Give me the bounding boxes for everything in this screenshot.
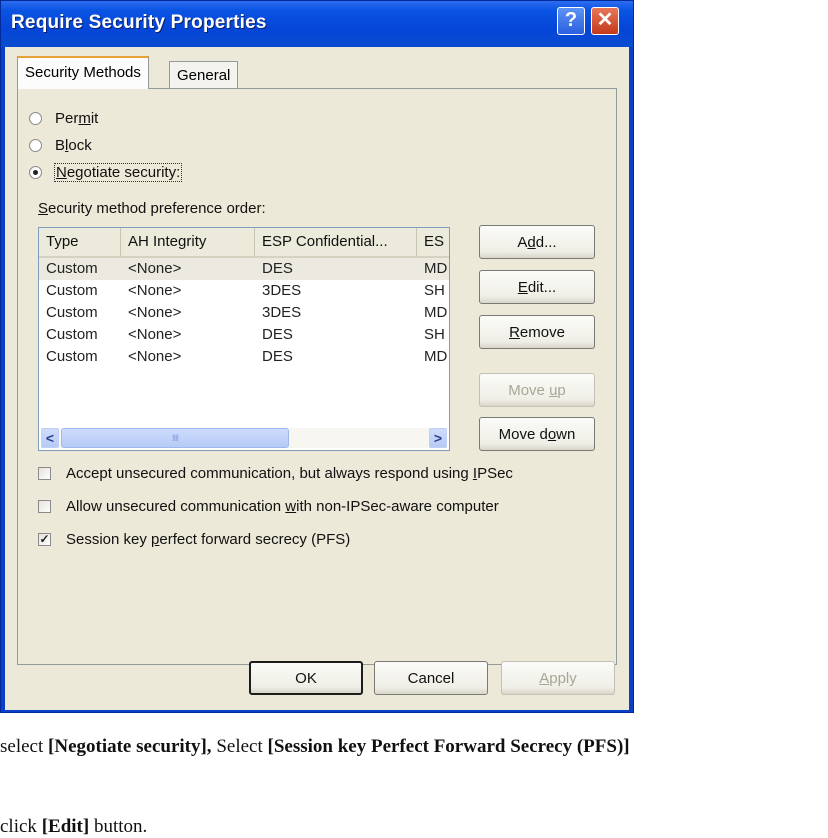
column-header-type[interactable]: Type (39, 228, 121, 256)
close-icon: ✕ (596, 9, 614, 31)
tab-general[interactable]: General (169, 61, 239, 89)
checkbox-accept-unsecured[interactable]: Accept unsecured communication, but alwa… (38, 465, 513, 482)
list-cell: Custom (46, 282, 98, 299)
list-cell: DES (262, 348, 293, 365)
ok-button[interactable]: OK (249, 661, 363, 695)
list-row[interactable]: Custom <None> DES MD (39, 346, 449, 368)
remove-button[interactable]: Remove (479, 315, 595, 349)
help-button[interactable]: ? (557, 7, 585, 35)
cancel-button[interactable]: Cancel (374, 661, 488, 695)
radio-button[interactable] (29, 112, 42, 125)
radio-block-label: Block (55, 137, 92, 154)
caption-segment: [Session key Perfect Forward Secrecy (PF… (267, 736, 630, 757)
list-cell: DES (262, 326, 293, 343)
list-cell: DES (262, 260, 293, 277)
checkmark-icon: ✓ (39, 532, 50, 546)
horizontal-scrollbar[interactable]: < IIII > (41, 428, 447, 448)
list-cell: MD (424, 304, 448, 321)
caption-segment: select (0, 736, 49, 757)
list-row[interactable]: Custom <None> DES MD (39, 258, 449, 280)
edit-button[interactable]: Edit... (479, 270, 595, 304)
checkbox[interactable] (38, 500, 51, 513)
list-cell: <None> (128, 282, 182, 299)
checkbox-accept-label: Accept unsecured communication, but alwa… (66, 465, 513, 482)
dialog-window: Require Security Properties ? ✕ Security… (0, 0, 634, 713)
list-header: Type AH Integrity ESP Confidential... ES (39, 228, 449, 258)
list-cell: <None> (128, 304, 182, 321)
list-cell: Custom (46, 304, 98, 321)
security-methods-list[interactable]: Type AH Integrity ESP Confidential... ES… (38, 227, 450, 451)
list-row[interactable]: Custom <None> 3DES SH (39, 280, 449, 302)
list-cell: <None> (128, 260, 182, 277)
scrollbar-thumb[interactable]: IIII (61, 428, 289, 448)
list-cell: 3DES (262, 282, 302, 299)
radio-block[interactable]: Block (29, 137, 92, 154)
checkbox-pfs-label: Session key perfect forward secrecy (PFS… (66, 531, 351, 548)
checkbox-checked[interactable]: ✓ (38, 533, 51, 546)
dialog-client-area: Security Methods General Permit Block Ne… (5, 47, 629, 710)
list-cell: SH (424, 326, 445, 343)
radio-negotiate-security[interactable]: Negotiate security: (29, 163, 183, 182)
help-icon: ? (564, 9, 578, 31)
list-label: Security method preference order: (38, 200, 266, 217)
list-cell: Custom (46, 348, 98, 365)
grip-icon: IIII (171, 433, 179, 443)
list-cell: Custom (46, 260, 98, 277)
close-button[interactable]: ✕ (591, 7, 619, 35)
chevron-right-icon: > (433, 430, 443, 446)
caption-segment: Select (211, 736, 268, 757)
checkbox-session-key-pfs[interactable]: ✓ Session key perfect forward secrecy (P… (38, 531, 350, 548)
scroll-left-button[interactable]: < (41, 428, 59, 448)
list-cell: <None> (128, 348, 182, 365)
column-header-esp-confidentiality[interactable]: ESP Confidential... (255, 228, 417, 256)
list-cell: 3DES (262, 304, 302, 321)
add-button[interactable]: Add... (479, 225, 595, 259)
move-up-button[interactable]: Move up (479, 373, 595, 407)
list-cell: Custom (46, 326, 98, 343)
caption-segment: [Edit] (41, 816, 90, 837)
caption-segment: button. (89, 816, 148, 837)
checkbox[interactable] (38, 467, 51, 480)
caption-segment: click (0, 816, 42, 837)
radio-negotiate-label: Negotiate security: (53, 163, 183, 182)
checkbox-allow-label: Allow unsecured communication with non-I… (66, 498, 499, 515)
list-row[interactable]: Custom <None> DES SH (39, 324, 449, 346)
caption-segment: [Negotiate security], (48, 736, 212, 757)
chevron-left-icon: < (45, 430, 55, 446)
radio-button[interactable] (29, 139, 42, 152)
list-cell: MD (424, 260, 448, 277)
scroll-right-button[interactable]: > (429, 428, 447, 448)
tab-security-methods[interactable]: Security Methods (17, 56, 149, 89)
list-row[interactable]: Custom <None> 3DES MD (39, 302, 449, 324)
window-title: Require Security Properties (11, 12, 267, 33)
title-bar[interactable]: Require Security Properties ? ✕ (1, 1, 633, 47)
radio-button-selected[interactable] (29, 166, 42, 179)
instruction-line-1: select [Negotiate security], Select [Ses… (0, 736, 630, 758)
radio-permit[interactable]: Permit (29, 110, 98, 127)
column-header-ah-integrity[interactable]: AH Integrity (121, 228, 255, 256)
radio-permit-label: Permit (55, 110, 99, 127)
list-cell: SH (424, 282, 445, 299)
instruction-line-2: click [Edit] button. (0, 816, 147, 838)
column-header-esp-integrity[interactable]: ES (417, 228, 449, 256)
move-down-button[interactable]: Move down (479, 417, 595, 451)
apply-button[interactable]: Apply (501, 661, 615, 695)
checkbox-allow-unsecured[interactable]: Allow unsecured communication with non-I… (38, 498, 499, 515)
list-cell: <None> (128, 326, 182, 343)
list-cell: MD (424, 348, 448, 365)
